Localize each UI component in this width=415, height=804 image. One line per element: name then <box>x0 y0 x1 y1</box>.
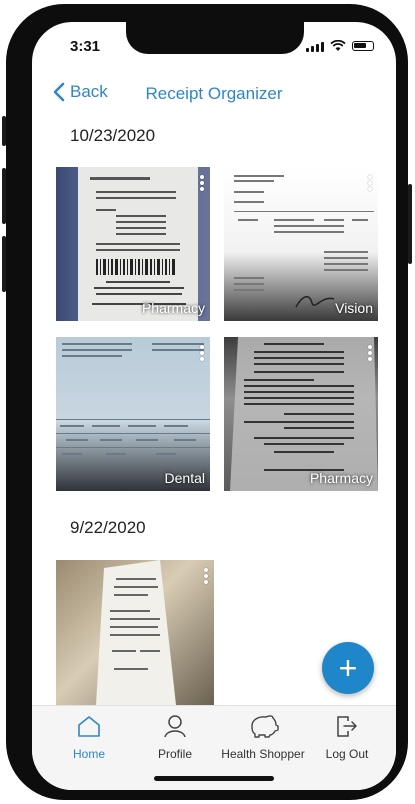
nav-bar: Back Receipt Organizer <box>32 80 396 110</box>
receipt-thumbnail[interactable]: Pharmacy <box>56 167 210 321</box>
home-indicator <box>154 776 274 781</box>
tab-profile[interactable]: Profile <box>130 714 220 761</box>
receipt-thumbnail[interactable] <box>56 560 214 705</box>
section-date: 10/23/2020 <box>70 126 156 145</box>
tab-label: Profile <box>157 747 192 761</box>
power-button <box>408 184 412 264</box>
volume-up-button <box>2 168 6 224</box>
receipt-thumbnail[interactable]: Vision <box>224 167 378 321</box>
signal-icon <box>306 41 324 52</box>
notch <box>126 22 304 54</box>
receipt-image <box>56 343 210 455</box>
tab-label: Log Out <box>325 747 369 761</box>
logout-icon <box>337 716 357 737</box>
receipt-thumbnail[interactable]: Pharmacy <box>224 337 378 491</box>
receipt-image <box>224 167 378 321</box>
status-icons <box>306 40 374 52</box>
wifi-icon <box>330 40 346 51</box>
app-screen: 3:31 Back Receipt Organizer 10/23/2020 P… <box>32 22 396 790</box>
tab-log-out[interactable]: Log Out <box>302 714 392 761</box>
volume-down-button <box>2 236 6 292</box>
home-icon <box>78 716 100 737</box>
receipt-thumbnail[interactable]: Dental <box>56 337 210 491</box>
tab-label: Home <box>72 747 105 761</box>
piggy-bank-icon <box>251 715 279 738</box>
tab-home[interactable]: Home <box>44 714 134 761</box>
more-options-icon[interactable] <box>368 345 372 363</box>
receipt-category: Dental <box>164 470 205 486</box>
more-options-icon[interactable] <box>368 175 372 193</box>
phone-frame: 3:31 Back Receipt Organizer 10/23/2020 P… <box>2 4 412 800</box>
receipt-image <box>230 337 378 491</box>
more-options-icon[interactable] <box>200 175 204 193</box>
receipt-image <box>96 560 176 705</box>
add-receipt-button[interactable]: + <box>322 642 374 694</box>
tab-health-shopper[interactable]: Health Shopper <box>218 714 308 761</box>
mute-switch <box>2 116 6 146</box>
tab-label: Health Shopper <box>221 747 305 761</box>
status-time: 3:31 <box>70 38 101 55</box>
battery-icon <box>352 41 374 51</box>
section-date: 9/22/2020 <box>70 518 146 537</box>
receipt-category: Pharmacy <box>141 300 205 316</box>
receipt-category: Vision <box>335 300 373 316</box>
profile-icon <box>164 715 186 738</box>
more-options-icon[interactable] <box>200 345 204 363</box>
more-options-icon[interactable] <box>204 568 208 586</box>
receipt-category: Pharmacy <box>309 470 373 486</box>
page-title: Receipt Organizer <box>145 84 283 103</box>
receipt-image <box>78 167 198 321</box>
